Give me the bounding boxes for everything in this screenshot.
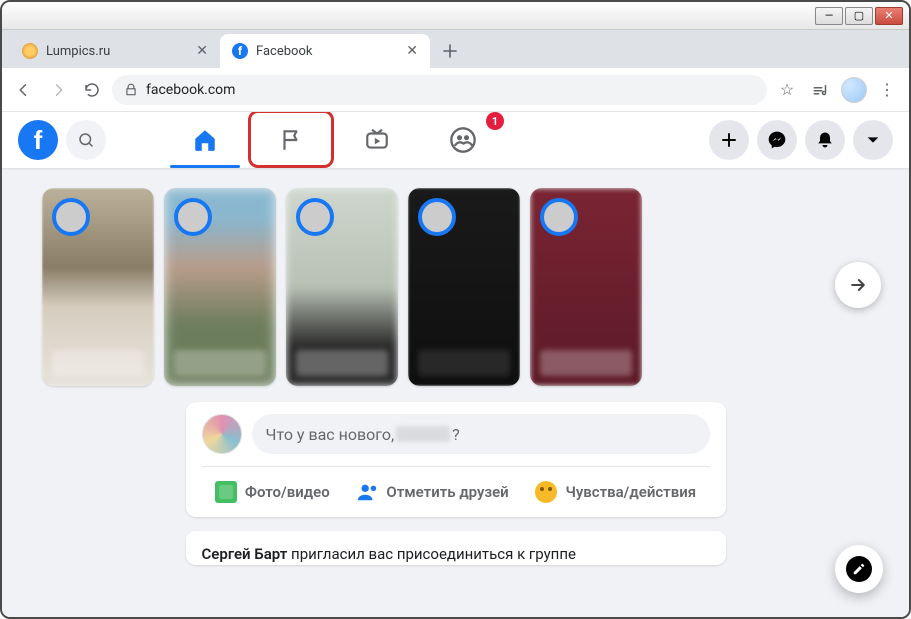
music-note-icon: [812, 81, 830, 99]
browser-tab-strip: Lumpics.ru ✕ f Facebook ✕: [2, 30, 909, 68]
new-tab-button[interactable]: [436, 37, 464, 65]
browser-tab-lumpics[interactable]: Lumpics.ru ✕: [10, 34, 220, 68]
favicon-facebook: f: [232, 43, 248, 59]
nav-tab-watch[interactable]: [338, 114, 416, 166]
story-avatar: [418, 198, 456, 236]
window-close-button[interactable]: ✕: [875, 7, 903, 25]
flag-icon: [278, 127, 304, 153]
arrow-left-icon: [15, 81, 33, 99]
composer-action-label: Отметить друзей: [386, 483, 508, 501]
stories-row: [2, 168, 909, 402]
home-icon: [192, 127, 218, 153]
create-button[interactable]: [709, 120, 749, 160]
tag-friends-icon: [356, 481, 378, 503]
notifications-button[interactable]: [805, 120, 845, 160]
photo-video-icon: [215, 481, 237, 503]
story-avatar: [52, 198, 90, 236]
group-invite-card[interactable]: Сергей Барт пригласил вас присоединиться…: [186, 531, 726, 565]
story-card[interactable]: [530, 188, 642, 386]
story-username: [418, 350, 510, 376]
story-username: [296, 350, 388, 376]
plus-icon: [443, 44, 457, 58]
composer-action-tag-friends[interactable]: Отметить друзей: [346, 473, 518, 511]
compose-icon: [846, 556, 872, 582]
story-card[interactable]: [286, 188, 398, 386]
messenger-button[interactable]: [757, 120, 797, 160]
composer-card: Что у вас нового, ? Фото/видео Отметить …: [186, 402, 726, 517]
tab-title: Facebook: [256, 44, 398, 59]
window-minimize-button[interactable]: —: [815, 7, 843, 25]
composer-action-photo[interactable]: Фото/видео: [205, 473, 340, 511]
profile-avatar-button[interactable]: [841, 77, 867, 103]
nav-reload-button[interactable]: [78, 76, 106, 104]
story-avatar: [296, 198, 334, 236]
new-message-fab[interactable]: [835, 545, 883, 593]
nav-tab-pages[interactable]: [252, 114, 330, 166]
groups-icon: [449, 126, 477, 154]
composer-action-label: Фото/видео: [245, 483, 330, 501]
story-card[interactable]: [164, 188, 276, 386]
composer-input[interactable]: Что у вас нового, ?: [252, 414, 710, 454]
notification-badge: 1: [486, 112, 504, 130]
tab-title: Lumpics.ru: [46, 44, 188, 59]
composer-action-label: Чувства/действия: [565, 483, 696, 501]
story-card[interactable]: [408, 188, 520, 386]
star-icon: ☆: [780, 80, 794, 99]
browser-menu-button[interactable]: ⋮: [873, 76, 901, 104]
invite-inviter-name: Сергей Барт: [202, 545, 288, 563]
lock-icon: [124, 83, 138, 97]
address-text: facebook.com: [146, 82, 235, 98]
story-username: [174, 350, 266, 376]
nav-tab-home[interactable]: [166, 114, 244, 166]
composer-avatar[interactable]: [202, 414, 242, 454]
story-avatar: [540, 198, 578, 236]
favicon-lumpics: [22, 43, 38, 59]
composer-placeholder-suffix: ?: [452, 425, 460, 444]
composer-placeholder-name-blurred: [396, 426, 450, 442]
nav-tab-groups[interactable]: 1: [424, 114, 502, 166]
address-bar[interactable]: facebook.com: [112, 75, 767, 105]
watch-icon: [364, 127, 390, 153]
window-titlebar: — ▢ ✕: [2, 2, 909, 30]
tab-close-icon[interactable]: ✕: [196, 43, 208, 59]
bell-icon: [815, 130, 835, 150]
search-icon: [77, 131, 95, 149]
plus-icon: [720, 131, 738, 149]
facebook-logo[interactable]: f: [18, 120, 58, 160]
bookmark-star-button[interactable]: ☆: [773, 76, 801, 104]
reload-icon: [83, 81, 101, 99]
composer-placeholder-prefix: Что у вас нового,: [266, 425, 395, 444]
story-username: [540, 350, 632, 376]
arrow-right-icon: [49, 81, 67, 99]
story-card[interactable]: [42, 188, 154, 386]
stories-next-button[interactable]: [835, 262, 881, 308]
window-maximize-button[interactable]: ▢: [845, 7, 873, 25]
browser-tab-facebook[interactable]: f Facebook ✕: [220, 34, 430, 68]
tab-close-icon[interactable]: ✕: [406, 43, 418, 59]
media-control-button[interactable]: [807, 76, 835, 104]
story-avatar: [174, 198, 212, 236]
composer-action-feeling[interactable]: Чувства/действия: [525, 473, 706, 511]
facebook-search-button[interactable]: [66, 120, 106, 160]
browser-toolbar: facebook.com ☆ ⋮: [2, 68, 909, 112]
page-viewport: f 1: [2, 112, 909, 617]
feeling-icon: [535, 481, 557, 503]
account-menu-button[interactable]: [853, 120, 893, 160]
story-username: [52, 350, 144, 376]
kebab-menu-icon: ⋮: [879, 80, 895, 99]
messenger-icon: [767, 130, 787, 150]
caret-down-icon: [865, 132, 881, 148]
arrow-right-icon: [848, 275, 868, 295]
invite-text: пригласил вас присоединиться к группе: [287, 545, 576, 563]
facebook-header: f 1: [2, 112, 909, 168]
nav-back-button[interactable]: [10, 76, 38, 104]
nav-forward-button[interactable]: [44, 76, 72, 104]
